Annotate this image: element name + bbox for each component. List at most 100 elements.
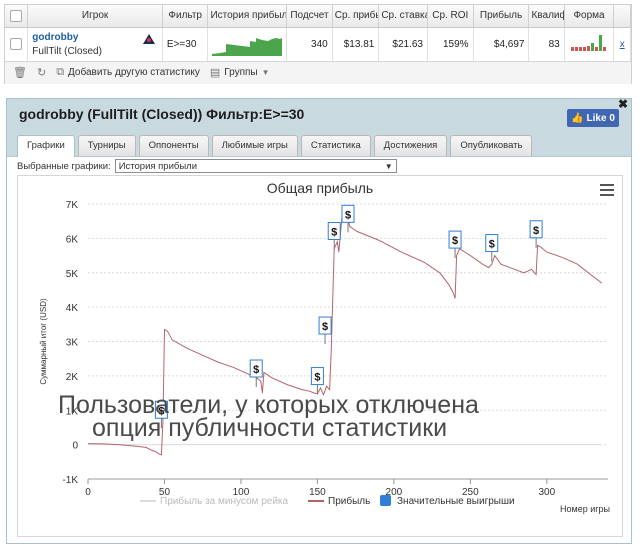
stats-panel: Игрок Фильтр История прибыли Подсчет Ср.… (4, 4, 632, 84)
col-filter[interactable]: Фильтр (162, 5, 209, 28)
big-win-dollar-icon: $ (314, 372, 320, 384)
form-chart (571, 34, 607, 51)
profit-sparkline (212, 37, 283, 56)
big-win-dollar-icon: $ (533, 225, 539, 237)
select-all-checkbox[interactable] (10, 9, 23, 22)
big-win-marker: $ (327, 222, 341, 250)
big-win-marker: $ (249, 359, 263, 387)
filter-cell: E>=30 (162, 27, 209, 62)
col-form[interactable]: Форма (564, 5, 615, 28)
big-win-marker: $ (318, 316, 332, 345)
tab-tournaments[interactable]: Турниры (77, 135, 136, 156)
y-tick-label: -1K (62, 475, 78, 486)
x-tick-label: 150 (309, 487, 326, 498)
ability-cell: 83 (528, 27, 565, 62)
add-statistics-button[interactable]: ⧉ Добавить другую статистику (56, 66, 200, 79)
big-win-marker: $ (154, 400, 168, 429)
col-profit[interactable]: Прибыль (473, 5, 530, 28)
row-checkbox-cell[interactable] (5, 27, 29, 62)
col-remove (613, 5, 631, 28)
profit-chart-svg: -1K01K2K3K4K5K6K7K0 50 100 150 200 250 300Сумм… (39, 200, 610, 514)
select-all-header[interactable] (5, 5, 29, 28)
x-tick-label: 300 (538, 487, 555, 498)
row-checkbox[interactable] (10, 38, 23, 50)
groups-dropdown[interactable]: ▤ Группы ▼ (210, 66, 270, 79)
player-name-link[interactable]: godrobby (32, 32, 158, 43)
count-cell: 340 (286, 27, 333, 62)
panel-tabs: Графики Турниры Оппоненты Любимые игры С… (17, 135, 533, 157)
add-statistics-label: Добавить другую статистику (68, 67, 200, 78)
stats-toolbar: 🗑 ↻ ⧉ Добавить другую статистику ▤ Групп… (5, 61, 631, 84)
legend-profit-label: Прибыль (328, 495, 370, 507)
profit-chart: -1K 0 1K 2K 3K 4K 5K 6K 7K 0 50 100 150 200 250 300 Сумм… (17, 175, 623, 537)
profit-history-cell (207, 27, 288, 62)
big-win-dollar-icon: $ (322, 321, 328, 333)
big-win-dollar-icon: $ (489, 239, 495, 251)
chevron-down-icon: ▼ (261, 68, 270, 77)
avg-roi-cell: 159% (427, 27, 474, 62)
col-avg-stake[interactable]: Ср. ставка (378, 5, 428, 28)
graph-select-row: Выбранные графики: История прибыли ▼ (17, 159, 397, 173)
y-tick-label: 2K (66, 372, 79, 383)
stats-table: Игрок Фильтр История прибыли Подсчет Ср.… (5, 5, 631, 62)
y-tick-label: 6K (66, 234, 79, 245)
tab-achievements[interactable]: Достижения (373, 135, 448, 156)
y-tick-label: 1K (66, 406, 79, 417)
big-win-marker: $ (529, 220, 543, 248)
facebook-like-button[interactable]: 👍 Like 0 (567, 109, 619, 127)
y-tick-label: 4K (66, 303, 79, 314)
graph-select-label: Выбранные графики: (17, 160, 111, 172)
y-tick-label: 0 (72, 441, 78, 452)
groups-icon: ▤ (209, 67, 221, 79)
tab-favorite-games[interactable]: Любимые игры (211, 135, 298, 156)
big-win-dollar-icon: $ (158, 405, 164, 417)
tab-graphs[interactable]: Графики (17, 135, 75, 157)
x-tick-label: 0 (85, 487, 91, 498)
tab-statistics[interactable]: Статистика (300, 135, 371, 156)
groups-label: Группы (224, 67, 258, 78)
select-arrow-icon: ▼ (384, 161, 393, 171)
col-player[interactable]: Игрок (27, 5, 163, 28)
avg-profit-cell: $13.81 (332, 27, 380, 62)
player-cell: godrobby FullTilt (Closed) (27, 27, 163, 62)
graph-select[interactable]: История прибыли ▼ (114, 159, 397, 173)
remove-cell: x (613, 27, 631, 62)
legend-rake-label: Прибыль за минусом рейка (160, 495, 289, 507)
like-label: Like 0 (586, 112, 615, 124)
form-cell (564, 27, 615, 62)
big-win-dollar-icon: $ (452, 235, 458, 247)
y-axis-label: Суммарный итог (USD) (39, 298, 48, 385)
tab-publish[interactable]: Опубликовать (450, 135, 533, 156)
y-tick-label: 7K (66, 200, 79, 211)
x-axis-label: Номер игры (560, 504, 610, 514)
avg-stake-cell: $21.63 (378, 27, 428, 62)
y-tick-label: 3K (66, 338, 79, 349)
big-win-dollar-icon: $ (331, 227, 337, 239)
big-win-marker: $ (448, 230, 462, 259)
remove-row-link[interactable]: x (620, 39, 625, 50)
graph-select-value: История прибыли (118, 160, 198, 172)
col-profit-history[interactable]: История прибыли (207, 5, 288, 28)
y-tick-label: 5K (66, 269, 79, 280)
big-win-dollar-icon: $ (345, 209, 351, 221)
series-profit-line (87, 212, 603, 456)
big-win-dollar-icon: $ (253, 364, 259, 376)
table-row[interactable]: godrobby FullTilt (Closed) E>=30 340 $13… (5, 27, 631, 62)
player-room: FullTilt (Closed) (32, 45, 102, 57)
legend-wins-label: Значительные выигрыши (397, 496, 515, 507)
legend-wins-swatch (380, 495, 391, 506)
player-panel: godrobby (FullTilt (Closed)) Фильтр:E>=3… (6, 97, 632, 544)
col-avg-profit[interactable]: Ср. прибыль (332, 5, 380, 28)
network-logo-icon (142, 33, 156, 48)
close-icon[interactable]: ✖ (618, 97, 628, 111)
add-window-icon: ⧉ (56, 66, 65, 78)
col-ability[interactable]: Квалиф. (528, 5, 565, 28)
refresh-icon[interactable]: ↻ (37, 66, 46, 79)
chart-menu-icon[interactable] (600, 184, 614, 199)
col-count[interactable]: Подсчет (286, 5, 333, 28)
col-avg-roi[interactable]: Ср. ROI (427, 5, 474, 28)
trash-icon[interactable]: 🗑 (13, 66, 27, 79)
panel-title: godrobby (FullTilt (Closed)) Фильтр:E>=3… (19, 106, 305, 122)
thumbs-up-icon: 👍 (571, 112, 584, 124)
tab-opponents[interactable]: Оппоненты (138, 135, 209, 156)
